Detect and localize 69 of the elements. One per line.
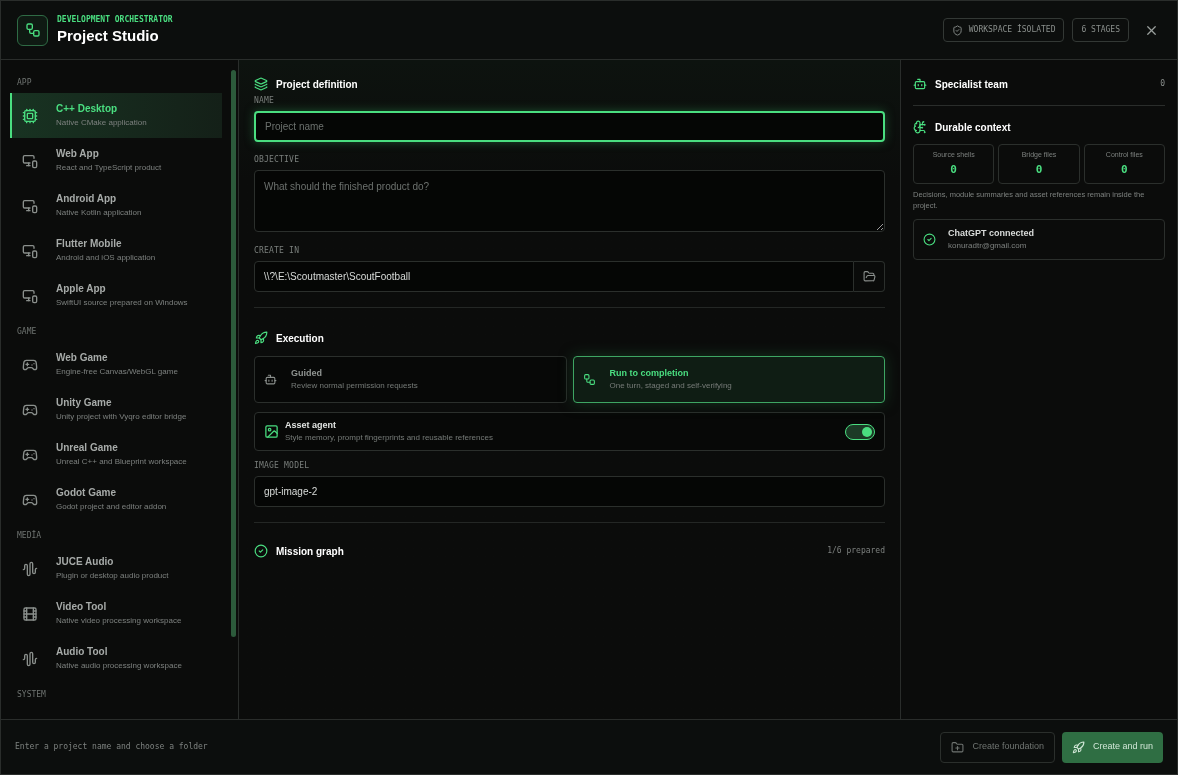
sidebar-item[interactable]: Flutter Mobile Android and iOS application: [10, 228, 222, 273]
check-circle-icon: [254, 544, 268, 558]
sidebar-item[interactable]: Unity Game Unity project with Vyqro editor bridge: [10, 387, 222, 432]
field-label: NAME: [254, 95, 276, 107]
sidebar-item[interactable]: Godot Game Godot project and editor addon: [10, 477, 222, 522]
sidebar-item[interactable]: Web Game Engine-free Canvas/WebGL game: [10, 342, 222, 387]
app-logo-icon: [17, 14, 48, 46]
mode-option[interactable]: Guided Review normal permission requests: [254, 356, 567, 403]
sidebar-item[interactable]: Web App React and TypeScript product: [10, 138, 222, 183]
brain-icon: [913, 120, 927, 134]
sidebar-item[interactable]: Unreal Game Unreal C++ and Blueprint workspace: [10, 432, 222, 477]
field-label: CREATE IN: [254, 245, 301, 257]
devices-icon: [22, 152, 38, 169]
chip-icon: [22, 107, 38, 124]
sidebar-item[interactable]: Apple App SwiftUI source prepared on Windows: [10, 273, 222, 318]
flow-icon: [582, 373, 596, 386]
option-description: Style memory, prompt fingerprints and reusable references: [285, 433, 494, 444]
devices-icon: [22, 197, 38, 214]
team-count: 0: [1160, 78, 1165, 90]
mode-option[interactable]: Run to completion One turn, staged and self-verifying: [572, 356, 885, 403]
rocket-icon: [254, 331, 268, 345]
layers-icon: [254, 77, 268, 91]
create-foundation-button[interactable]: Create foundation: [940, 731, 1055, 763]
image-icon: [264, 424, 279, 439]
sidebar-section-label: SYSTEM: [16, 689, 47, 701]
robot-icon: [913, 77, 927, 91]
field-label: OBJECTIVE: [254, 154, 301, 166]
asset-agent-toggle[interactable]: [845, 423, 875, 440]
connection-email: konuradtr@gmail.com: [948, 241, 1028, 252]
section-title: Execution: [276, 331, 324, 346]
devices-icon: [22, 287, 38, 304]
name-input-field[interactable]: Project name: [254, 111, 885, 142]
browse-folder-button[interactable]: [854, 261, 885, 292]
section-title: Specialist team: [935, 77, 1008, 92]
sidebar-item[interactable]: Android App Native Kotlin application: [10, 183, 222, 228]
folder-path-field[interactable]: \\?\E:\Scoutmaster\ScoutFootball: [254, 261, 854, 292]
shield-icon: [951, 24, 963, 36]
status-badge: WORKSPACE İSOLATED: [942, 18, 1065, 42]
image-model-field[interactable]: gpt-image-2: [254, 476, 885, 507]
status-badge: 6 STAGES: [1072, 18, 1129, 42]
waveform-icon: [22, 650, 38, 667]
sidebar-item[interactable]: Video Tool Native video processing workspace: [10, 591, 222, 636]
create-and-run-button[interactable]: Create and run: [1061, 731, 1163, 763]
sidebar-item[interactable]: JUCE Audio Plugin or desktop audio product: [10, 546, 222, 591]
folder-icon: [862, 270, 876, 283]
devices-icon: [22, 242, 38, 259]
objective-input-field[interactable]: What should the finished product do?: [254, 170, 885, 232]
section-title: Durable context: [935, 120, 1011, 135]
check-circle-icon: [923, 233, 936, 246]
sidebar-section-label: MEDİA: [16, 529, 43, 542]
sidebar-section-label: APP: [16, 77, 33, 89]
window-title: Project Studio: [57, 26, 160, 46]
status-hint: Enter a project name and choose a folder: [15, 741, 208, 753]
folder-plus-icon: [951, 740, 965, 754]
sidebar-item[interactable]: Audio Tool Native audio processing workspace: [10, 636, 222, 681]
option-title: Asset agent: [285, 419, 338, 432]
scrollbar[interactable]: [231, 70, 236, 637]
progress-status: 1/6 prepared: [827, 545, 885, 557]
waveform-icon: [22, 560, 38, 577]
robot-icon: [264, 373, 277, 386]
sidebar-section-label: GAME: [16, 326, 38, 338]
rocket-icon: [1071, 740, 1085, 754]
section-title: Project definition: [276, 77, 358, 92]
app-eyebrow: DEVELOPMENT ORCHESTRATOR: [57, 14, 173, 26]
connection-title: ChatGPT connected: [948, 227, 1034, 240]
field-label: IMAGE MODEL: [254, 460, 311, 472]
sidebar-item[interactable]: C++ Desktop Native CMake application: [10, 93, 222, 138]
film-icon: [22, 605, 38, 622]
section-title: Mission graph: [276, 544, 344, 559]
